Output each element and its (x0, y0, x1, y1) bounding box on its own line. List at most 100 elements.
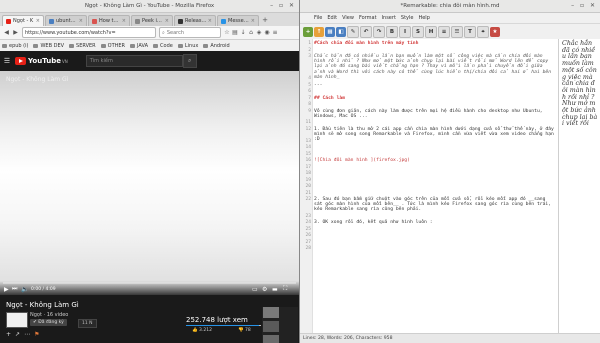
youtube-search-input[interactable]: Tìm kiếm (85, 55, 183, 67)
browser-tab[interactable]: Peek is an A× (131, 15, 173, 26)
tab-close-icon[interactable]: × (36, 18, 40, 24)
menu-icon[interactable]: ≡ (271, 28, 279, 37)
toolbar-button[interactable]: S (412, 26, 424, 38)
forward-icon[interactable]: ▶ (11, 28, 20, 37)
line-number: 12 (305, 126, 311, 132)
bookmark-folder[interactable]: WEB DEV (33, 43, 64, 49)
browser-tab[interactable]: Releases - p× (174, 15, 216, 26)
tab-close-icon[interactable]: × (165, 18, 169, 24)
bookmark-folder[interactable]: Linux (177, 43, 198, 49)
pocket-icon[interactable]: ◉ (263, 28, 271, 37)
home-icon[interactable]: ⌂ (247, 28, 255, 37)
bookmark-folder[interactable]: SERVER (69, 43, 96, 49)
back-icon[interactable]: ◀ (2, 28, 11, 37)
theater-icon[interactable]: ▬ (272, 286, 278, 293)
remarkable-titlebar[interactable]: *Remarkable: chia đôi màn hình.md – ▫ ✕ (300, 0, 600, 13)
search-input[interactable] (166, 29, 215, 36)
bookmark-folder[interactable]: Android (203, 43, 230, 49)
youtube-logo[interactable]: YouTube VN (15, 57, 68, 65)
toolbar-button[interactable]: I (399, 26, 411, 38)
menu-item[interactable]: File (314, 15, 322, 21)
toolbar-button[interactable]: ↶ (360, 26, 372, 38)
download-icon[interactable]: ↓ (239, 28, 247, 37)
toolbar-button[interactable]: ↷ (373, 26, 385, 38)
bookmark-folder[interactable]: Code (153, 43, 173, 49)
video-player[interactable]: Ngọt - Không Làm Gì ▶ ⏭ 🔈 0:00 / 4:09 ▭ … (0, 71, 299, 295)
bookmark-label: epub (i) (9, 42, 29, 49)
like-ratio-bar (186, 325, 261, 326)
toolbar-button[interactable]: ✎ (347, 26, 359, 38)
toolbar-button[interactable]: T (464, 26, 476, 38)
tab-close-icon[interactable]: × (122, 18, 126, 24)
tab-strip: Ngọt - K×ubuntu reco×How to crea×Peek is… (0, 13, 299, 26)
line-number: 5 (308, 82, 311, 88)
hamburger-icon[interactable]: ☰ (0, 57, 14, 65)
toolbar-button[interactable]: B (386, 26, 398, 38)
markdown-editor[interactable]: 1 2 3 4 5 6 7 8 9 11 12 13 14 15 16 17 18 19 20 21 22 23 24 25 2… (300, 39, 559, 333)
tab-close-icon[interactable]: × (79, 18, 83, 24)
browser-tab[interactable]: ubuntu reco× (45, 15, 87, 26)
related-thumbnail[interactable] (263, 335, 279, 343)
play-icon[interactable]: ▶ (4, 286, 9, 293)
toolbar-button[interactable]: ≡ (438, 26, 450, 38)
bookmark-label: OTHER (107, 42, 126, 49)
line-number: 7 (308, 95, 311, 101)
captions-icon[interactable]: ▭ (252, 286, 258, 293)
dislike-button[interactable]: 👎 78 (238, 328, 251, 333)
browser-tab[interactable]: Messenger× (217, 15, 259, 26)
remarkable-window-controls[interactable]: – ▫ ✕ (571, 0, 597, 12)
progress-bar[interactable] (3, 282, 296, 284)
bookmark-folder[interactable]: OTHER (100, 42, 126, 49)
bookmark-folder[interactable]: JAVA (130, 43, 148, 49)
more-icon[interactable]: ⋯ (24, 331, 34, 338)
url-bar[interactable]: https://www.youtube.com/watch?v= (22, 27, 156, 38)
share-icon[interactable]: ↗ (15, 331, 24, 338)
menu-item[interactable]: Format (359, 15, 377, 21)
firefox-titlebar[interactable]: Ngọt - Không Làm Gì - YouTube - Mozilla … (0, 0, 299, 13)
menu-item[interactable]: Edit (327, 15, 337, 21)
toolbar-button[interactable]: ☰ (451, 26, 463, 38)
menu-item[interactable]: View (342, 15, 354, 21)
shield-icon[interactable]: ◈ (255, 28, 263, 37)
menu-item[interactable]: Style (401, 15, 414, 21)
channel-name[interactable]: Ngọt · 16 video (30, 312, 68, 318)
bookmark-folder[interactable]: epub (i) (2, 43, 28, 49)
new-tab-icon[interactable]: + (260, 15, 270, 26)
star-icon[interactable]: ☆ (223, 28, 231, 37)
related-thumbnail[interactable] (263, 307, 279, 318)
toolbar-button[interactable]: H (425, 26, 437, 38)
line-number: 25 (305, 226, 311, 232)
subscribe-button[interactable]: ✔ Đã đăng ký (30, 319, 67, 326)
line-number: 28 (305, 246, 311, 252)
menu-item[interactable]: Insert (382, 15, 396, 21)
toolbar-button[interactable]: ⌖ (477, 26, 489, 38)
browser-tab[interactable]: How to crea× (88, 15, 130, 26)
add-icon[interactable]: + (6, 331, 15, 338)
reader-icon[interactable]: ▤ (231, 28, 239, 37)
search-box[interactable]: ⌕ (159, 27, 221, 38)
folder-icon (33, 43, 39, 48)
channel-avatar[interactable] (6, 312, 28, 328)
next-icon[interactable]: ⏭ (12, 285, 17, 293)
editor-line: --- (314, 82, 323, 88)
toolbar-button[interactable]: ◧ (336, 27, 346, 37)
like-button[interactable]: 👍 3.212 (192, 328, 212, 333)
video-actions: +↗⋯⚑ (6, 331, 43, 338)
volume-icon[interactable]: 🔈 (21, 286, 28, 293)
window-controls[interactable]: – ▫ ✕ (270, 0, 296, 12)
line-number: 21 (305, 190, 311, 196)
flag-icon[interactable]: ⚑ (34, 331, 43, 338)
toolbar-button[interactable]: + (303, 27, 313, 37)
fullscreen-icon[interactable]: ⛶ (283, 285, 287, 293)
browser-tab[interactable]: Ngọt - K × (2, 15, 44, 26)
toolbar-button[interactable]: ★ (490, 27, 500, 37)
settings-icon[interactable]: ⚙ (262, 286, 267, 293)
related-thumbnail[interactable] (263, 321, 279, 332)
youtube-search-button[interactable]: ⌕ (182, 54, 197, 68)
tab-close-icon[interactable]: × (251, 18, 255, 24)
toolbar-button[interactable]: ▦ (325, 27, 335, 37)
menu-item[interactable]: Help (418, 15, 429, 21)
toolbar-button[interactable]: ↑ (314, 27, 324, 37)
line-number: 20 (305, 184, 311, 189)
tab-close-icon[interactable]: × (208, 18, 212, 24)
